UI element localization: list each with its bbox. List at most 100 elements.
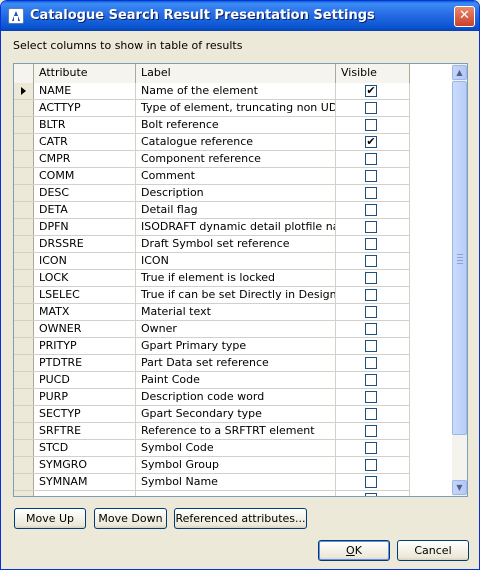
label-cell[interactable]: Material text	[136, 304, 336, 320]
label-cell[interactable]: True if element is locked	[136, 270, 336, 286]
row-selector[interactable]	[14, 151, 34, 167]
table-row[interactable]: PTDTRE Part Data set reference	[14, 355, 410, 372]
table-row[interactable]: ICON ICON	[14, 253, 410, 270]
row-selector[interactable]	[14, 236, 34, 252]
label-cell[interactable]: Symbol Code	[136, 440, 336, 456]
label-cell[interactable]: Name of the element	[136, 83, 336, 99]
attribute-cell[interactable]: PURP	[34, 389, 136, 405]
row-selector[interactable]	[14, 287, 34, 303]
visible-checkbox[interactable]	[365, 102, 377, 114]
referenced-attributes-button[interactable]: Referenced attributes...	[174, 508, 307, 529]
table-row[interactable]: PURP Description code word	[14, 389, 410, 406]
visible-checkbox[interactable]	[365, 391, 377, 403]
visible-checkbox[interactable]	[365, 493, 377, 496]
visible-checkbox[interactable]	[365, 459, 377, 471]
visible-checkbox[interactable]	[365, 238, 377, 250]
attribute-cell[interactable]: STCD	[34, 440, 136, 456]
table-row[interactable]: SYMGRO Symbol Group	[14, 457, 410, 474]
row-selector[interactable]	[14, 270, 34, 286]
visible-checkbox[interactable]	[365, 323, 377, 335]
label-cell[interactable]	[136, 491, 336, 496]
row-selector[interactable]	[14, 304, 34, 320]
table-row[interactable]: DETA Detail flag	[14, 202, 410, 219]
visible-checkbox[interactable]: ✔	[365, 136, 377, 148]
move-down-button[interactable]: Move Down	[94, 508, 167, 529]
visible-checkbox[interactable]	[365, 153, 377, 165]
close-button[interactable]: ✕	[454, 6, 475, 27]
row-selector[interactable]	[14, 440, 34, 456]
row-selector[interactable]	[14, 219, 34, 235]
label-cell[interactable]: Gpart Primary type	[136, 338, 336, 354]
table-row[interactable]: PRITYP Gpart Primary type	[14, 338, 410, 355]
row-selector[interactable]	[14, 372, 34, 388]
table-row[interactable]: COMM Comment	[14, 168, 410, 185]
row-selector[interactable]	[14, 355, 34, 371]
attribute-cell[interactable]: CMPR	[34, 151, 136, 167]
title-bar[interactable]: Catalogue Search Result Presentation Set…	[1, 1, 479, 31]
table-row[interactable]: SECTYP Gpart Secondary type	[14, 406, 410, 423]
label-cell[interactable]: Symbol Group	[136, 457, 336, 473]
row-selector[interactable]	[14, 423, 34, 439]
table-row[interactable]: BLTR Bolt reference	[14, 117, 410, 134]
row-selector[interactable]	[14, 474, 34, 490]
ok-button[interactable]: OK	[318, 540, 390, 561]
row-selector[interactable]	[14, 134, 34, 150]
attribute-cell[interactable]	[34, 491, 136, 496]
row-selector[interactable]	[14, 168, 34, 184]
visible-checkbox[interactable]	[365, 357, 377, 369]
attribute-cell[interactable]: LSELEC	[34, 287, 136, 303]
attribute-cell[interactable]: PRITYP	[34, 338, 136, 354]
table-row[interactable]: LSELEC True if can be set Directly in Des…	[14, 287, 410, 304]
attribute-cell[interactable]: NAME	[34, 83, 136, 99]
label-cell[interactable]: Paint Code	[136, 372, 336, 388]
visible-checkbox[interactable]	[365, 272, 377, 284]
table-row[interactable]: OWNER Owner	[14, 321, 410, 338]
label-cell[interactable]: Component reference	[136, 151, 336, 167]
attribute-cell[interactable]: COMM	[34, 168, 136, 184]
row-selector[interactable]	[14, 253, 34, 269]
row-selector[interactable]	[14, 117, 34, 133]
attribute-cell[interactable]: DESC	[34, 185, 136, 201]
attribute-cell[interactable]: PUCD	[34, 372, 136, 388]
attribute-cell[interactable]: DETA	[34, 202, 136, 218]
visible-checkbox[interactable]	[365, 221, 377, 233]
table-row[interactable]: NAME Name of the element ✔	[14, 83, 410, 100]
attribute-cell[interactable]: PTDTRE	[34, 355, 136, 371]
attribute-cell[interactable]: CATR	[34, 134, 136, 150]
scroll-up-button[interactable]: ▲	[452, 65, 467, 80]
label-cell[interactable]: Type of element, truncating non UDET	[136, 100, 336, 116]
table-row[interactable]: MATX Material text	[14, 304, 410, 321]
table-row[interactable]: DESC Description	[14, 185, 410, 202]
label-cell[interactable]: Reference to a SRFTRT element	[136, 423, 336, 439]
row-selector[interactable]	[14, 83, 34, 99]
header-attribute[interactable]: Attribute	[34, 64, 136, 83]
visible-checkbox[interactable]	[365, 255, 377, 267]
label-cell[interactable]: Description code word	[136, 389, 336, 405]
row-selector[interactable]	[14, 100, 34, 116]
label-cell[interactable]: Gpart Secondary type	[136, 406, 336, 422]
visible-checkbox[interactable]	[365, 306, 377, 318]
row-selector[interactable]	[14, 389, 34, 405]
attribute-cell[interactable]: BLTR	[34, 117, 136, 133]
visible-checkbox[interactable]	[365, 340, 377, 352]
label-cell[interactable]: Comment	[136, 168, 336, 184]
attribute-cell[interactable]: LOCK	[34, 270, 136, 286]
label-cell[interactable]: Part Data set reference	[136, 355, 336, 371]
table-row[interactable]	[14, 491, 410, 496]
table-row[interactable]: CATR Catalogue reference ✔	[14, 134, 410, 151]
visible-checkbox[interactable]	[365, 204, 377, 216]
visible-checkbox[interactable]	[365, 425, 377, 437]
table-row[interactable]: STCD Symbol Code	[14, 440, 410, 457]
attribute-cell[interactable]: ICON	[34, 253, 136, 269]
cancel-button[interactable]: Cancel	[397, 540, 469, 561]
header-visible[interactable]: Visible	[336, 64, 410, 83]
label-cell[interactable]: True if can be set Directly in Design	[136, 287, 336, 303]
visible-checkbox[interactable]	[365, 374, 377, 386]
table-row[interactable]: PUCD Paint Code	[14, 372, 410, 389]
visible-checkbox[interactable]	[365, 289, 377, 301]
label-cell[interactable]: Draft Symbol set reference	[136, 236, 336, 252]
label-cell[interactable]: Bolt reference	[136, 117, 336, 133]
visible-checkbox[interactable]	[365, 187, 377, 199]
attribute-cell[interactable]: SRFTRE	[34, 423, 136, 439]
table-row[interactable]: DRSSRE Draft Symbol set reference	[14, 236, 410, 253]
